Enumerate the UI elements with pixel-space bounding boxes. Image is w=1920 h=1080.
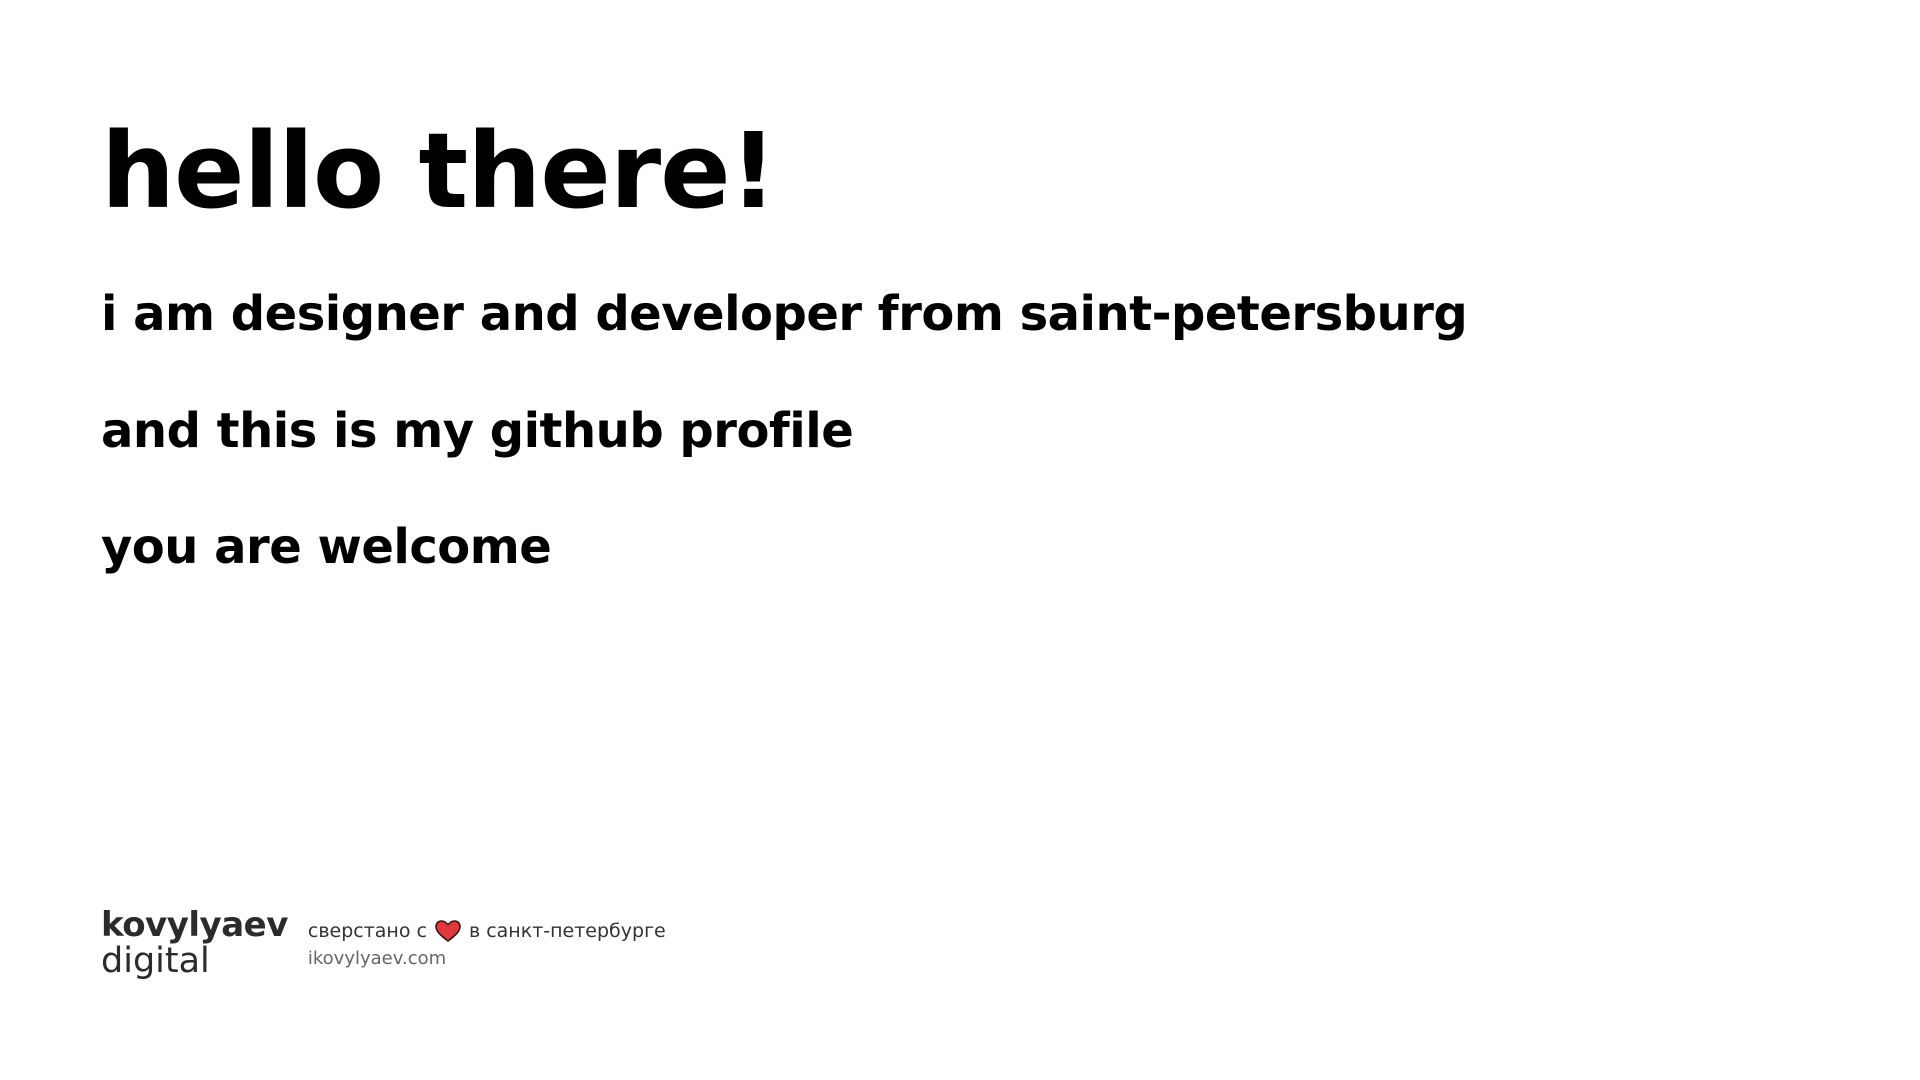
site-link[interactable]: ikovylyaev.com xyxy=(308,948,666,969)
brand-name-top: kovylyaev xyxy=(101,905,288,945)
brand-name-bottom: digital xyxy=(101,941,210,981)
credits: сверстано с в санкт-петербурге ikovylyae… xyxy=(308,920,666,969)
intro-line-designer: i am designer and developer from saint-p… xyxy=(101,286,1468,342)
intro-line-github: and this is my github profile xyxy=(101,403,854,459)
intro-line-welcome: you are welcome xyxy=(101,519,552,575)
heart-icon xyxy=(435,920,461,942)
footer: kovylyaev digital сверстано с в санкт-пе… xyxy=(101,908,666,979)
page-headline: hello there! xyxy=(101,110,777,232)
brand-logo[interactable]: kovylyaev digital xyxy=(101,908,288,979)
credits-line: сверстано с в санкт-петербурге xyxy=(308,920,666,942)
credits-text-before: сверстано с xyxy=(307,920,427,942)
credits-text-after: в санкт-петербурге xyxy=(468,920,666,942)
